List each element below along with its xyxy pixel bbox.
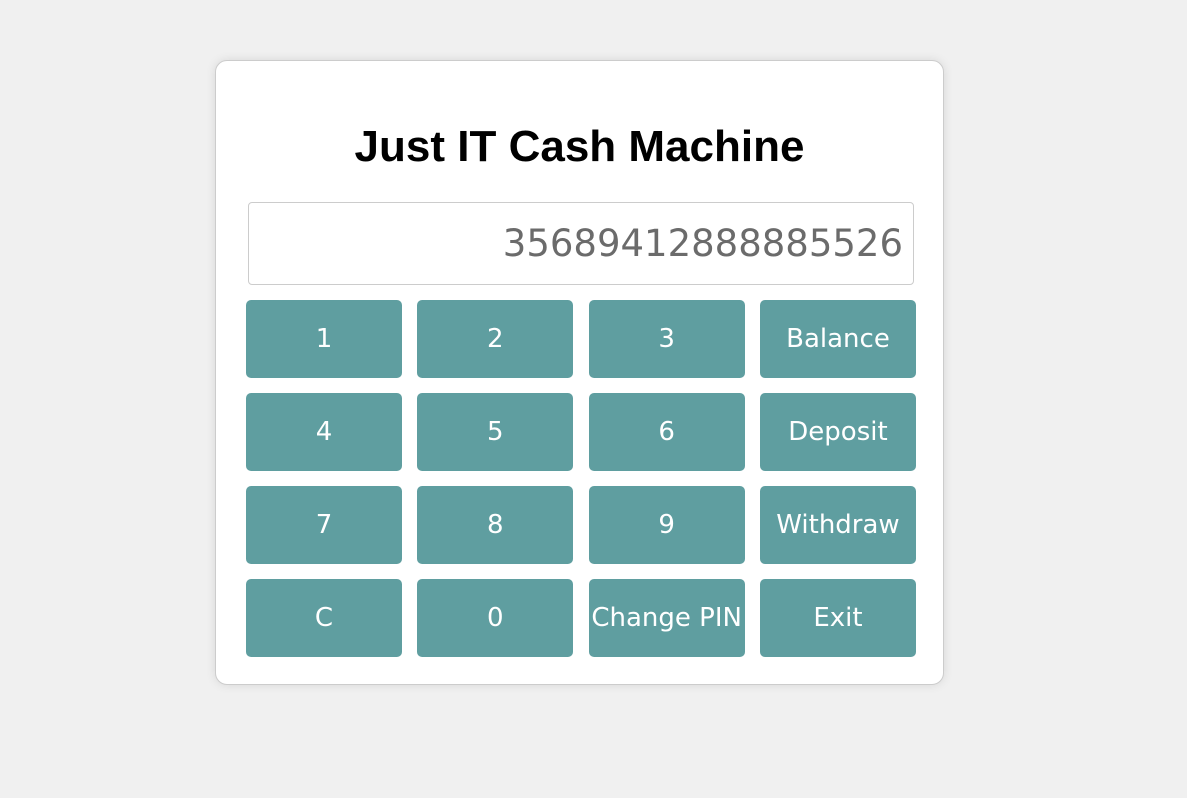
balance-button[interactable]: Balance (759, 300, 916, 378)
withdraw-button[interactable]: Withdraw (759, 486, 916, 564)
deposit-button[interactable]: Deposit (759, 393, 916, 471)
key-7-button[interactable]: 7 (246, 486, 402, 564)
key-0-button[interactable]: 0 (417, 579, 574, 657)
key-2-button[interactable]: 2 (417, 300, 574, 378)
cash-machine-panel: Just IT Cash Machine 1 2 3 Balance 4 5 6… (215, 60, 944, 685)
key-4-button[interactable]: 4 (246, 393, 402, 471)
key-5-button[interactable]: 5 (417, 393, 574, 471)
key-3-button[interactable]: 3 (588, 300, 745, 378)
change-pin-button[interactable]: Change PIN (588, 579, 745, 657)
clear-button[interactable]: C (246, 579, 402, 657)
keypad: 1 2 3 Balance 4 5 6 Deposit 7 8 9 Withdr… (246, 300, 916, 657)
display-field[interactable] (248, 202, 914, 285)
key-9-button[interactable]: 9 (588, 486, 745, 564)
exit-button[interactable]: Exit (759, 579, 916, 657)
key-8-button[interactable]: 8 (417, 486, 574, 564)
key-1-button[interactable]: 1 (246, 300, 402, 378)
page-title: Just IT Cash Machine (354, 122, 805, 171)
key-6-button[interactable]: 6 (588, 393, 745, 471)
